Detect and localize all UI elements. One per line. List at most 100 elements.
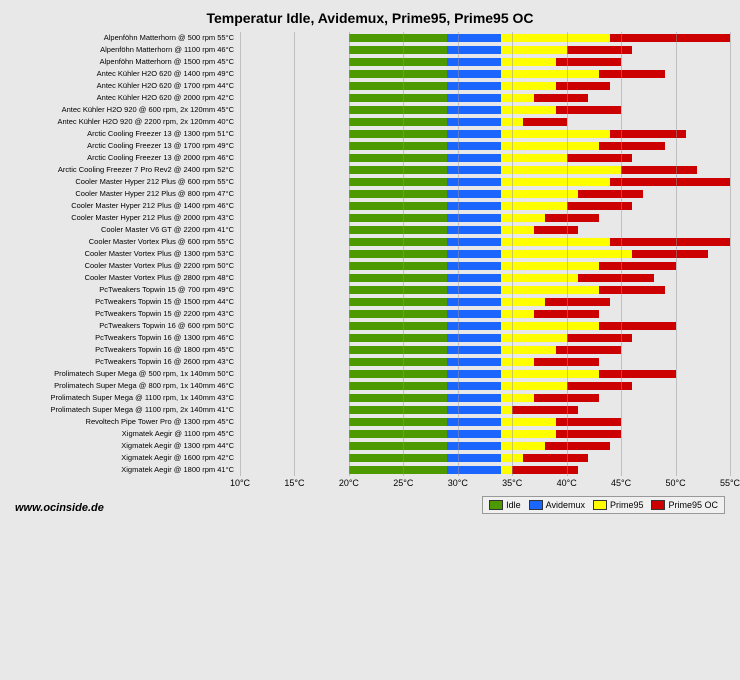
chart-container: Temperatur Idle, Avidemux, Prime95, Prim… <box>0 0 740 680</box>
prime95oc-segment <box>578 274 654 282</box>
bar-row <box>240 80 730 91</box>
avidemux-segment <box>447 154 501 162</box>
prime95-segment <box>501 382 566 390</box>
website-label: www.ocinside.de <box>15 502 104 514</box>
row-label: Antec Kühler H2O 620 @ 2000 rpm 42°C <box>10 92 240 103</box>
prime95oc-segment <box>556 418 621 426</box>
idle-segment <box>349 34 447 42</box>
bar-row <box>240 464 730 475</box>
prime95-segment <box>501 70 599 78</box>
row-label: PcTweakers Topwin 16 @ 600 rpm 50°C <box>10 320 240 331</box>
prime95oc-segment <box>512 466 577 474</box>
avidemux-segment <box>447 214 501 222</box>
idle-segment <box>349 178 447 186</box>
prime95-segment <box>501 34 610 42</box>
x-axis-label: 55°C <box>718 478 740 488</box>
prime95oc-segment <box>621 166 697 174</box>
prime95oc-segment <box>556 58 621 66</box>
prime95oc-segment <box>534 226 578 234</box>
idle-segment <box>349 82 447 90</box>
row-label: Cooler Master Hyper 212 Plus @ 1400 rpm … <box>10 200 240 211</box>
prime95-segment <box>501 370 599 378</box>
avidemux-segment <box>447 442 501 450</box>
prime95oc-segment <box>599 142 664 150</box>
idle-segment <box>349 370 447 378</box>
row-label: PcTweakers Topwin 15 @ 700 rpm 49°C <box>10 284 240 295</box>
idle-segment <box>349 190 447 198</box>
prime95-segment <box>501 442 545 450</box>
x-axis-label: 45°C <box>609 478 633 488</box>
prime95-segment <box>501 346 555 354</box>
idle-segment <box>349 70 447 78</box>
prime95oc-segment <box>545 214 599 222</box>
bar-row <box>240 404 730 415</box>
idle-segment <box>349 334 447 342</box>
row-label: Antec Kühler H2O 620 @ 1700 rpm 44°C <box>10 80 240 91</box>
idle-segment <box>349 274 447 282</box>
x-axis-label: 50°C <box>664 478 688 488</box>
bar-row <box>240 272 730 283</box>
row-label: PcTweakers Topwin 16 @ 2600 rpm 43°C <box>10 356 240 367</box>
footer: www.ocinside.de IdleAvidemuxPrime95Prime… <box>10 496 730 514</box>
prime95oc-segment <box>599 70 664 78</box>
bar-row <box>240 356 730 367</box>
prime95oc-segment <box>534 310 599 318</box>
prime95oc-segment <box>523 454 588 462</box>
bar-row <box>240 344 730 355</box>
avidemux-segment <box>447 202 501 210</box>
avidemux-segment <box>447 178 501 186</box>
prime95-segment <box>501 142 599 150</box>
prime95-segment <box>501 322 599 330</box>
row-label: Arctic Cooling Freezer 13 @ 1700 rpm 49°… <box>10 140 240 151</box>
row-label: Revoltech Pipe Tower Pro @ 1300 rpm 45°C <box>10 416 240 427</box>
x-axis-label: 10°C <box>228 478 252 488</box>
prime95-segment <box>501 274 577 282</box>
prime95oc-segment <box>567 202 632 210</box>
idle-segment <box>349 298 447 306</box>
bar-row <box>240 188 730 199</box>
avidemux-segment <box>447 466 501 474</box>
idle-segment <box>349 94 447 102</box>
prime95-segment <box>501 190 577 198</box>
prime95-segment <box>501 214 545 222</box>
idle-segment <box>349 214 447 222</box>
x-axis-label: 15°C <box>282 478 306 488</box>
row-label: Antec Kühler H2O 920 @ 2200 rpm, 2x 120m… <box>10 116 240 127</box>
idle-segment <box>349 310 447 318</box>
prime95oc-segment <box>567 46 632 54</box>
avidemux-segment <box>447 346 501 354</box>
row-label: PcTweakers Topwin 15 @ 2200 rpm 43°C <box>10 308 240 319</box>
idle-segment <box>349 430 447 438</box>
avidemux-segment <box>447 130 501 138</box>
bar-row <box>240 224 730 235</box>
bar-row <box>240 332 730 343</box>
avidemux-segment <box>447 226 501 234</box>
avidemux-segment <box>447 106 501 114</box>
prime95oc-segment <box>545 442 610 450</box>
idle-segment <box>349 142 447 150</box>
bar-row <box>240 116 730 127</box>
prime95-segment <box>501 46 566 54</box>
bar-row <box>240 392 730 403</box>
avidemux-segment <box>447 262 501 270</box>
prime95-segment <box>501 154 566 162</box>
bar-row <box>240 212 730 223</box>
bar-row <box>240 44 730 55</box>
idle-segment <box>349 454 447 462</box>
prime95oc-segment <box>567 334 632 342</box>
row-label: Xigmatek Aegir @ 1300 rpm 44°C <box>10 440 240 451</box>
legend: IdleAvidemuxPrime95Prime95 OC <box>482 496 725 514</box>
avidemux-segment <box>447 94 501 102</box>
x-axis-label: 30°C <box>446 478 470 488</box>
prime95oc-segment <box>610 34 730 42</box>
avidemux-segment <box>447 418 501 426</box>
idle-segment <box>349 286 447 294</box>
avidemux-segment <box>447 334 501 342</box>
prime95-segment <box>501 58 555 66</box>
idle-segment <box>349 106 447 114</box>
bar-row <box>240 32 730 43</box>
avidemux-segment <box>447 190 501 198</box>
bar-row <box>240 440 730 451</box>
prime95oc-segment <box>556 346 621 354</box>
bar-row <box>240 284 730 295</box>
